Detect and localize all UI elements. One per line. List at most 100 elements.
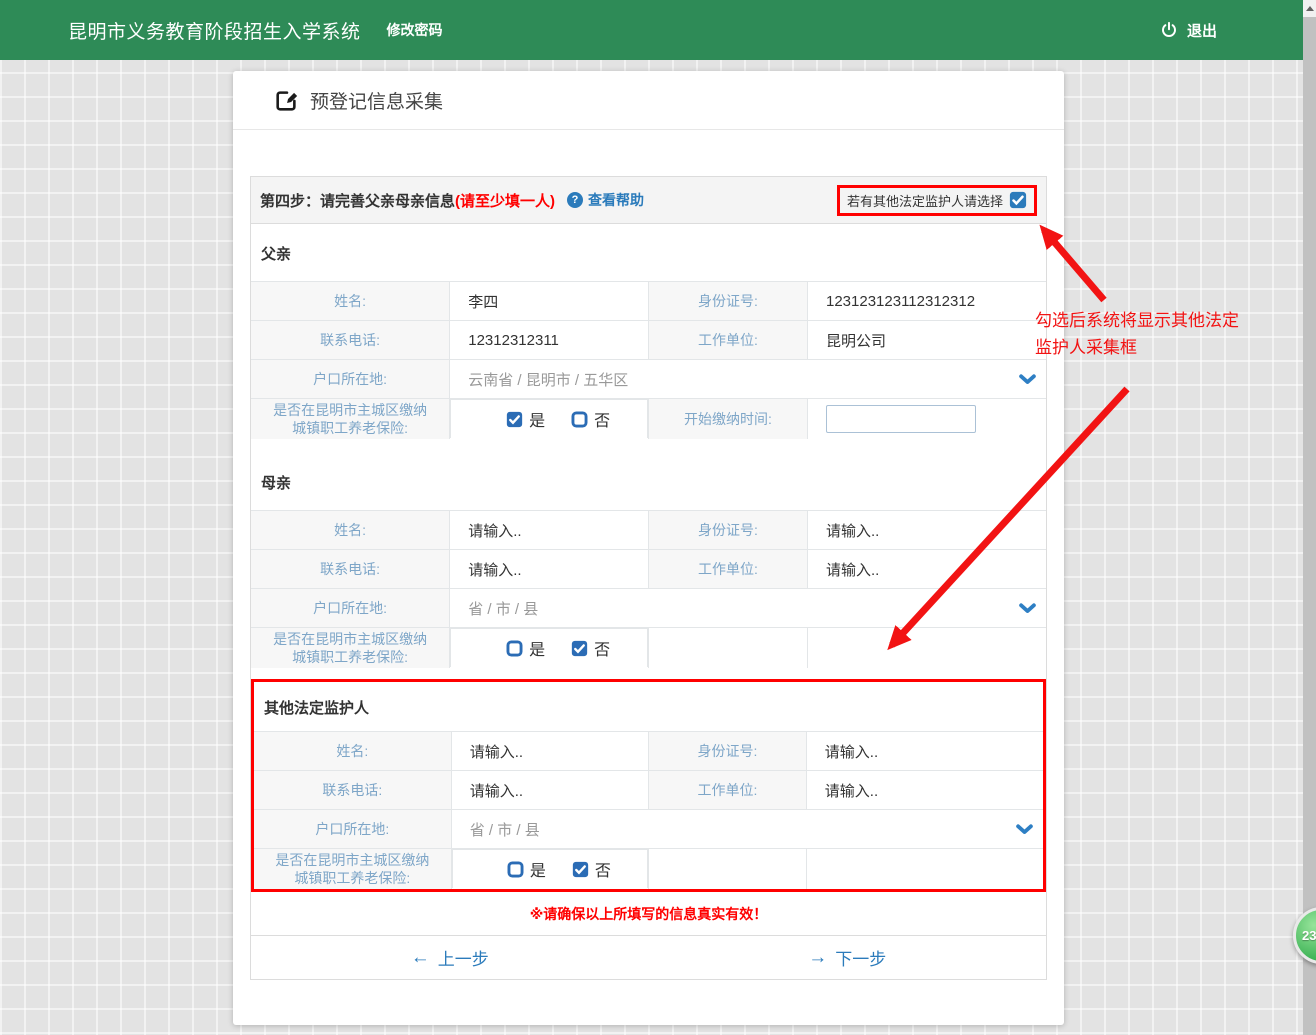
mother-insurance-no-checkbox[interactable]: 否: [571, 636, 610, 660]
id-number-label: 身份证号:: [649, 282, 808, 321]
guardian-name-input[interactable]: 请输入..: [451, 732, 648, 771]
table-row: 是否在昆明市主城区缴纳 城镇职工养老保险: 是: [254, 849, 1043, 890]
empty-cell: [808, 628, 1047, 669]
mother-insurance-options: 是 否: [450, 628, 648, 667]
power-icon: [1160, 21, 1178, 39]
guardian-residence-placeholder: 省 / 市 / 县: [470, 819, 540, 840]
chevron-down-icon[interactable]: [1016, 824, 1033, 835]
other-guardian-toggle-label: 若有其他法定监护人请选择: [847, 191, 1003, 210]
father-section: 父亲 姓名: 李四 身份证号: 123123123112312312 联系电话:…: [251, 224, 1046, 439]
id-number-label: 身份证号:: [649, 732, 807, 771]
table-row: 联系电话: 请输入.. 工作单位: 请输入..: [251, 550, 1046, 589]
mother-section-title: 母亲: [251, 453, 1046, 510]
table-row: 户口所在地: 省 / 市 / 县: [254, 810, 1043, 849]
id-number-label: 身份证号:: [649, 511, 808, 550]
logout-button[interactable]: 退出: [1160, 20, 1217, 41]
prev-step-button[interactable]: ← 上一步: [411, 945, 489, 970]
father-phone-input[interactable]: 12312312311: [450, 321, 649, 360]
mother-table: 姓名: 请输入.. 身份证号: 请输入.. 联系电话: 请输入.. 工作单位: …: [251, 510, 1046, 668]
guardian-phone-input[interactable]: 请输入..: [451, 771, 648, 810]
phone-label: 联系电话:: [251, 321, 450, 360]
truthfulness-warning: ※请确保以上所填写的信息真实有效！: [251, 892, 1046, 936]
card-body: 第四步：请完善父亲母亲信息 (请至少填一人) ? 查看帮助 若有其他法定监护人请…: [233, 130, 1064, 980]
page: 昆明市义务教育阶段招生入学系统 修改密码 退出 预登记信息采集 第四步：请完善父…: [0, 0, 1316, 1035]
checked-checkbox-icon[interactable]: [1009, 191, 1027, 209]
mother-insurance-yes-checkbox[interactable]: 是: [506, 636, 545, 660]
other-guardian-section-title: 其他法定监护人: [254, 682, 1043, 731]
view-help-link[interactable]: ? 查看帮助: [567, 190, 644, 210]
mother-residence-placeholder: 省 / 市 / 县: [468, 598, 538, 619]
phone-label: 联系电话:: [254, 771, 451, 810]
father-section-title: 父亲: [251, 224, 1046, 281]
pay-start-cell: [808, 399, 1047, 440]
father-employer-input[interactable]: 昆明公司: [808, 321, 1047, 360]
guardian-insurance-no-checkbox[interactable]: 否: [572, 857, 611, 881]
mother-employer-input[interactable]: 请输入..: [808, 550, 1047, 589]
father-residence-select[interactable]: 云南省 / 昆明市 / 五华区: [450, 360, 1046, 399]
arrow-left-icon: ←: [411, 947, 430, 969]
app-title: 昆明市义务教育阶段招生入学系统: [68, 17, 361, 44]
vertical-scrollbar[interactable]: [1303, 0, 1316, 1035]
floating-badge-button[interactable]: 23: [1293, 907, 1316, 964]
page-title: 预登记信息采集: [310, 87, 443, 114]
mother-phone-input[interactable]: 请输入..: [450, 550, 649, 589]
question-circle-icon: ?: [567, 192, 583, 208]
mother-section: 母亲 姓名: 请输入.. 身份证号: 请输入.. 联系电话: 请输入.. 工作: [251, 453, 1046, 668]
employer-label: 工作单位:: [649, 321, 808, 360]
chevron-down-icon[interactable]: [1019, 603, 1036, 614]
step-header: 第四步：请完善父亲母亲信息 (请至少填一人) ? 查看帮助 若有其他法定监护人请…: [251, 177, 1046, 224]
empty-cell: [649, 849, 807, 890]
table-row: 姓名: 李四 身份证号: 123123123112312312: [251, 282, 1046, 321]
table-row: 是否在昆明市主城区缴纳 城镇职工养老保险: 是: [251, 399, 1046, 440]
change-password-link[interactable]: 修改密码: [387, 20, 443, 40]
other-guardian-toggle[interactable]: 若有其他法定监护人请选择: [837, 185, 1037, 216]
empty-cell: [649, 628, 808, 669]
mother-residence-select[interactable]: 省 / 市 / 县: [450, 589, 1046, 628]
name-label: 姓名:: [251, 511, 450, 550]
table-row: 联系电话: 请输入.. 工作单位: 请输入..: [254, 771, 1043, 810]
employer-label: 工作单位:: [649, 771, 807, 810]
help-label: 查看帮助: [588, 190, 644, 210]
guardian-id-input[interactable]: 请输入..: [806, 732, 1043, 771]
employer-label: 工作单位:: [649, 550, 808, 589]
table-row: 姓名: 请输入.. 身份证号: 请输入..: [254, 732, 1043, 771]
checked-checkbox-icon: [571, 640, 588, 657]
father-insurance-no-checkbox[interactable]: 否: [571, 407, 610, 431]
edit-icon: [275, 89, 298, 112]
table-row: 姓名: 请输入.. 身份证号: 请输入..: [251, 511, 1046, 550]
father-id-input[interactable]: 123123123112312312: [808, 282, 1047, 321]
guardian-employer-input[interactable]: 请输入..: [806, 771, 1043, 810]
mother-id-input[interactable]: 请输入..: [808, 511, 1047, 550]
chevron-down-icon[interactable]: [1019, 374, 1036, 385]
father-insurance-yes-checkbox[interactable]: 是: [506, 407, 545, 431]
other-guardian-highlight-box: 其他法定监护人 姓名: 请输入.. 身份证号: 请输入.. 联系电话:: [251, 679, 1046, 892]
residence-label: 户口所在地:: [251, 589, 450, 628]
wizard-footer: ← 上一步 → 下一步: [251, 936, 1046, 979]
pre-registration-card: 预登记信息采集 第四步：请完善父亲母亲信息 (请至少填一人) ? 查看帮助 若有…: [233, 71, 1064, 1025]
guardian-insurance-yes-checkbox[interactable]: 是: [507, 857, 546, 881]
phone-label: 联系电话:: [251, 550, 450, 589]
name-label: 姓名:: [254, 732, 451, 771]
residence-label: 户口所在地:: [254, 810, 451, 849]
name-label: 姓名:: [251, 282, 450, 321]
card-header: 预登记信息采集: [233, 71, 1064, 130]
table-row: 联系电话: 12312312311 工作单位: 昆明公司: [251, 321, 1046, 360]
checked-checkbox-icon: [572, 861, 589, 878]
father-residence-value: 云南省 / 昆明市 / 五华区: [468, 369, 628, 390]
father-insurance-options: 是 否: [450, 399, 648, 438]
mother-name-input[interactable]: 请输入..: [450, 511, 649, 550]
table-row: 是否在昆明市主城区缴纳 城镇职工养老保险: 是: [251, 628, 1046, 669]
step-title: 第四步：请完善父亲母亲信息: [260, 190, 455, 211]
next-step-button[interactable]: → 下一步: [808, 945, 886, 970]
pay-start-label: 开始缴纳时间:: [649, 399, 808, 440]
guardian-insurance-options: 是 否: [452, 849, 648, 888]
arrow-right-icon: →: [808, 947, 827, 969]
scrollbar-thumb[interactable]: [1303, 17, 1316, 1035]
guardian-residence-select[interactable]: 省 / 市 / 县: [451, 810, 1043, 849]
scroll-up-arrow[interactable]: [1303, 0, 1316, 17]
annotation-text: 勾选后系统将显示其他法定 监护人采集框: [1035, 307, 1239, 361]
insurance-question-label: 是否在昆明市主城区缴纳 城镇职工养老保险:: [251, 399, 450, 440]
father-name-input[interactable]: 李四: [450, 282, 649, 321]
pay-start-input[interactable]: [826, 405, 976, 433]
badge-count: 23: [1302, 928, 1316, 943]
